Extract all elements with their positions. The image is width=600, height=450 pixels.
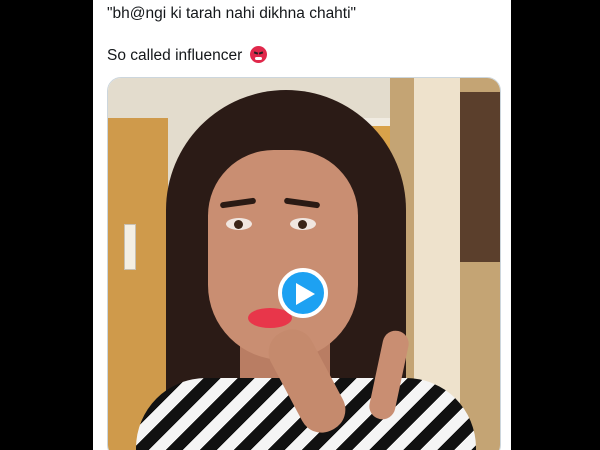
left-eye <box>226 218 252 230</box>
video-thumbnail <box>108 78 500 450</box>
angry-face-emoji-icon <box>249 46 267 63</box>
tweet-text-line-1: "bh@ngi ki tarah nahi dikhna chahti" <box>107 5 357 22</box>
wall-panel <box>460 92 500 262</box>
tweet-card: "bh@ngi ki tarah nahi dikhna chahti" So … <box>93 0 511 450</box>
play-button[interactable] <box>278 268 328 318</box>
face <box>208 150 358 360</box>
tweet-text: "bh@ngi ki tarah nahi dikhna chahti" So … <box>107 4 503 66</box>
right-eye <box>290 218 316 230</box>
light-switch <box>124 224 136 270</box>
tweet-text-line-2-label: So called influencer <box>107 47 243 64</box>
video-media[interactable] <box>107 77 501 450</box>
tweet-text-line-2: So called influencer <box>107 46 503 66</box>
play-icon <box>296 283 315 305</box>
